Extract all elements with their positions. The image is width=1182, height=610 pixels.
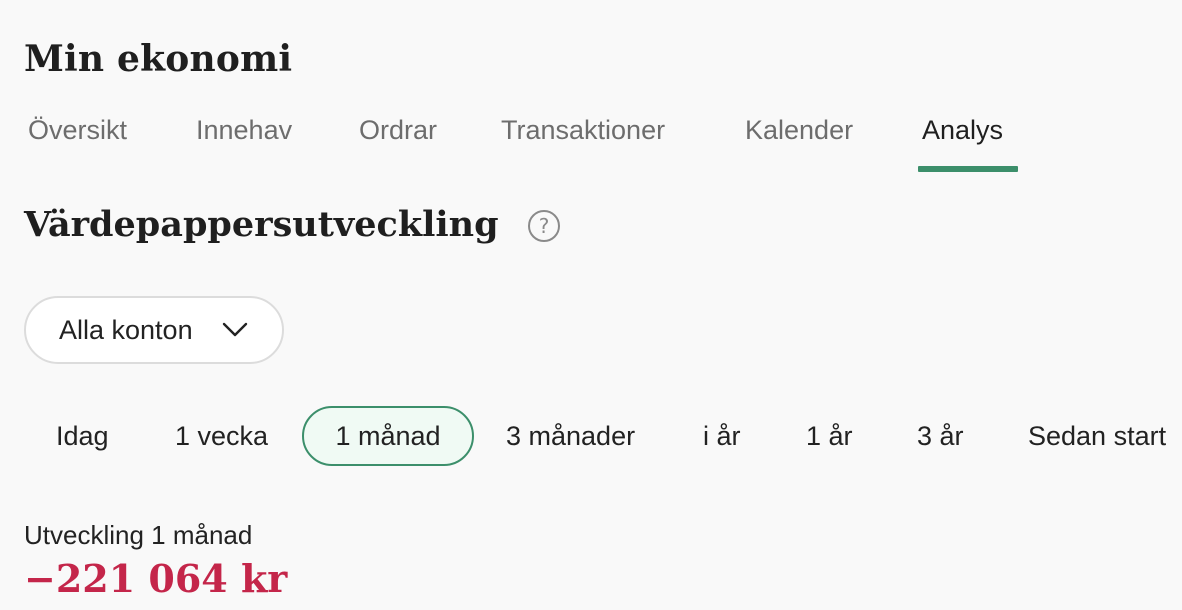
period-1-manad[interactable]: 1 månad [302, 406, 474, 466]
tab-ordrar[interactable]: Ordrar [359, 108, 437, 172]
period-1-vecka[interactable]: 1 vecka [175, 406, 268, 466]
period-sedan-start[interactable]: Sedan start [1028, 406, 1166, 466]
period-3-manader[interactable]: 3 månader [506, 406, 635, 466]
tab-bar: Översikt Innehav Ordrar Transaktioner Ka… [0, 108, 1182, 174]
page-title: Min ekonomi [24, 38, 293, 80]
tab-transaktioner[interactable]: Transaktioner [501, 108, 665, 172]
period-3-ar[interactable]: 3 år [917, 406, 964, 466]
tab-oversikt[interactable]: Översikt [28, 108, 127, 172]
period-selector: Idag 1 vecka 1 månad 3 månader i år 1 år… [0, 406, 1182, 466]
period-i-ar[interactable]: i år [703, 406, 741, 466]
development-label: Utveckling 1 månad [24, 520, 253, 550]
tab-analys[interactable]: Analys [922, 108, 1003, 172]
account-select[interactable]: Alla konton [24, 296, 284, 364]
tab-innehav[interactable]: Innehav [196, 108, 292, 172]
tab-kalender[interactable]: Kalender [745, 108, 853, 172]
account-select-value: Alla konton [59, 315, 193, 345]
section-title: Värdepappersutveckling [24, 204, 499, 245]
question-circle-icon[interactable]: ? [528, 210, 560, 242]
chevron-down-icon [222, 322, 248, 337]
development-value: −221 064 kr [24, 556, 288, 601]
period-1-ar[interactable]: 1 år [806, 406, 853, 466]
active-tab-indicator [918, 166, 1018, 172]
period-idag[interactable]: Idag [56, 406, 109, 466]
